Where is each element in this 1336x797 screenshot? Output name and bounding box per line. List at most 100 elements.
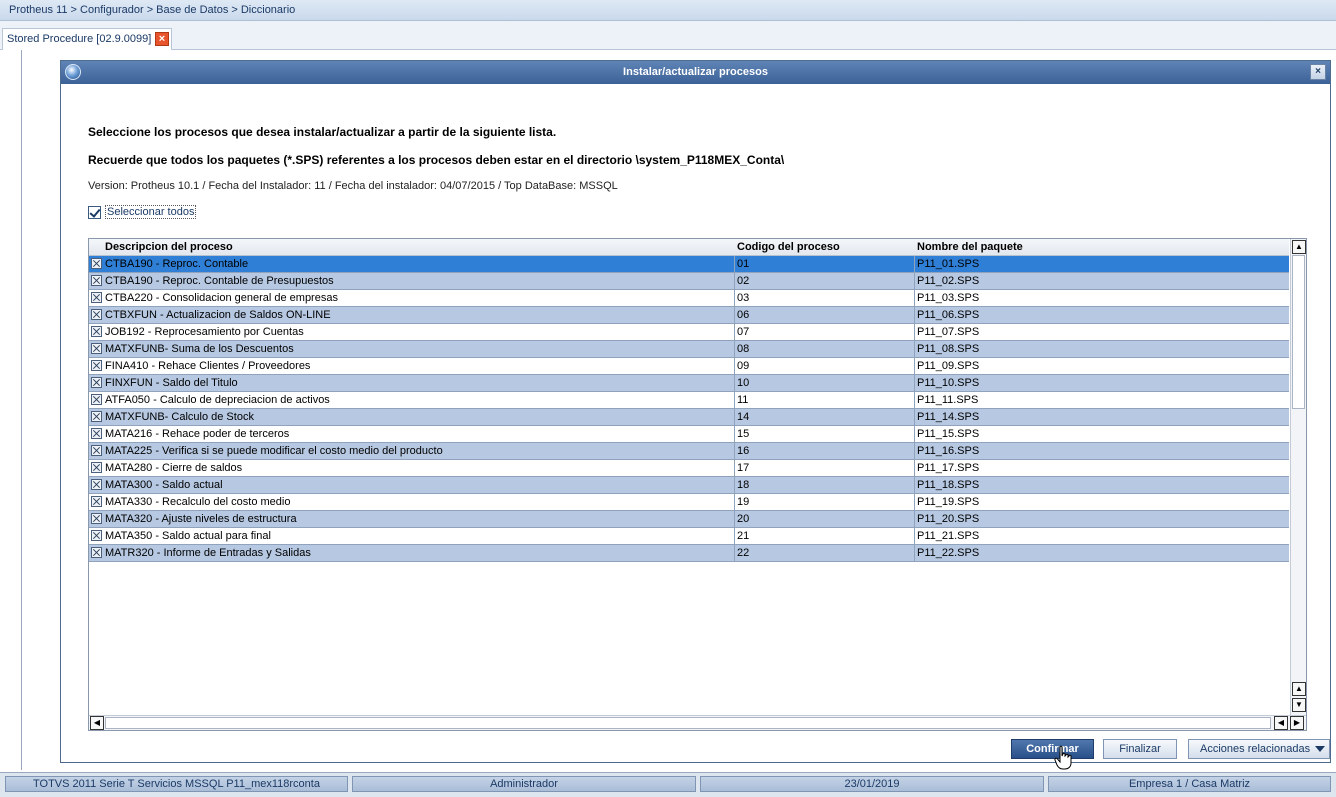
breadcrumb-text: Protheus 11 > Configurador > Base de Dat…	[9, 4, 296, 16]
cell-package: P11_22.SPS	[917, 547, 980, 559]
cell-description: MATA350 - Saldo actual para final	[105, 530, 271, 542]
checkmark-icon[interactable]	[88, 206, 101, 219]
cell-description: MATA330 - Recalculo del costo medio	[105, 496, 291, 508]
row-checkbox-icon[interactable]	[91, 411, 102, 422]
row-checkbox-icon[interactable]	[91, 326, 102, 337]
table-row[interactable]: CTBA220 - Consolidacion general de empre…	[89, 290, 1289, 307]
row-checkbox-icon[interactable]	[91, 547, 102, 558]
table-row[interactable]: MATA320 - Ajuste niveles de estructura 20…	[89, 511, 1289, 528]
row-checkbox-icon[interactable]	[91, 428, 102, 439]
cell-package: P11_08.SPS	[917, 343, 980, 355]
cell-description: CTBA190 - Reproc. Contable	[105, 258, 249, 270]
table-row[interactable]: CTBA190 - Reproc. Contable 01 P11_01.SPS	[89, 256, 1289, 273]
cell-description: CTBA220 - Consolidacion general de empre…	[105, 292, 338, 304]
table-row[interactable]: FINA410 - Rehace Clientes / Proveedores 0…	[89, 358, 1289, 375]
tab-strip: Stored Procedure [02.9.0099] ×	[0, 21, 1336, 50]
breadcrumb: Protheus 11 > Configurador > Base de Dat…	[0, 0, 1336, 21]
column-header-package[interactable]: Nombre del paquete	[917, 241, 1023, 253]
cell-code: 11	[737, 394, 749, 406]
table-row[interactable]: MATA225 - Verifica si se puede modificar…	[89, 443, 1289, 460]
cell-package: P11_17.SPS	[917, 462, 980, 474]
instruction-directory: Recuerde que todos los paquetes (*.SPS) …	[88, 153, 785, 167]
scroll-up-icon[interactable]: ▲	[1292, 682, 1306, 696]
row-checkbox-icon[interactable]	[91, 343, 102, 354]
column-header-code[interactable]: Codigo del proceso	[737, 241, 840, 253]
scroll-left-icon[interactable]: ◀	[1274, 716, 1288, 730]
column-header-description[interactable]: Descripcion del proceso	[105, 241, 233, 253]
tab-label: Stored Procedure [02.9.0099]	[7, 33, 152, 45]
row-checkbox-icon[interactable]	[91, 377, 102, 388]
column-divider	[914, 358, 915, 374]
cell-description: CTBXFUN - Actualizacion de Saldos ON-LIN…	[105, 309, 331, 321]
column-divider	[734, 273, 735, 289]
column-divider	[734, 375, 735, 391]
table-row[interactable]: CTBXFUN - Actualizacion de Saldos ON-LIN…	[89, 307, 1289, 324]
row-checkbox-icon[interactable]	[91, 275, 102, 286]
row-checkbox-icon[interactable]	[91, 513, 102, 524]
table-row[interactable]: JOB192 - Reprocesamiento por Cuentas 07 P1…	[89, 324, 1289, 341]
row-checkbox-icon[interactable]	[91, 360, 102, 371]
cell-code: 07	[737, 326, 750, 338]
dialog-close-icon[interactable]: ×	[1310, 64, 1326, 80]
cell-code: 01	[737, 258, 750, 270]
row-checkbox-icon[interactable]	[91, 496, 102, 507]
cell-description: MATA320 - Ajuste niveles de estructura	[105, 513, 297, 525]
row-checkbox-icon[interactable]	[91, 258, 102, 269]
column-divider	[734, 358, 735, 374]
cell-code: 02	[737, 275, 750, 287]
table-row[interactable]: MATXFUNB- Calculo de Stock 14 P11_14.SPS	[89, 409, 1289, 426]
tab-close-icon[interactable]: ×	[155, 32, 169, 46]
column-divider	[734, 528, 735, 544]
table-row[interactable]: MATA330 - Recalculo del costo medio 19 P11…	[89, 494, 1289, 511]
row-checkbox-icon[interactable]	[91, 462, 102, 473]
tab-stored-procedure[interactable]: Stored Procedure [02.9.0099] ×	[2, 28, 172, 50]
column-divider	[734, 256, 735, 272]
related-actions-label: Acciones relacionadas	[1200, 743, 1311, 755]
status-system: TOTVS 2011 Serie T Servicios MSSQL P11_m…	[5, 776, 348, 792]
table-row[interactable]: ATFA050 - Calculo de depreciacion de act…	[89, 392, 1289, 409]
row-checkbox-icon[interactable]	[91, 292, 102, 303]
horizontal-scroll-thumb[interactable]	[105, 717, 1271, 729]
row-checkbox-icon[interactable]	[91, 394, 102, 405]
table-row[interactable]: MATA216 - Rehace poder de terceros 15 P11_…	[89, 426, 1289, 443]
column-divider	[914, 290, 915, 306]
table-row[interactable]: MATA350 - Saldo actual para final 21 P11_2…	[89, 528, 1289, 545]
column-divider	[734, 341, 735, 357]
scroll-left-icon[interactable]: ◀	[90, 716, 104, 730]
related-actions-button[interactable]: Acciones relacionadas	[1188, 739, 1330, 759]
process-table: Descripcion del proceso Codigo del proce…	[88, 238, 1307, 731]
cell-description: JOB192 - Reprocesamiento por Cuentas	[105, 326, 304, 338]
table-row[interactable]: MATXFUNB- Suma de los Descuentos 08 P11_08…	[89, 341, 1289, 358]
row-checkbox-icon[interactable]	[91, 445, 102, 456]
app-logo-icon	[65, 64, 81, 80]
cell-package: P11_09.SPS	[917, 360, 980, 372]
scroll-right-icon[interactable]: ▶	[1290, 716, 1304, 730]
status-date: 23/01/2019	[700, 776, 1044, 792]
row-checkbox-icon[interactable]	[91, 479, 102, 490]
table-row[interactable]: MATA300 - Saldo actual 18 P11_18.SPS	[89, 477, 1289, 494]
horizontal-scrollbar[interactable]: ◀ ◀ ▶	[89, 715, 1306, 730]
table-row[interactable]: MATA280 - Cierre de saldos 17 P11_17.SPS	[89, 460, 1289, 477]
cell-package: P11_16.SPS	[917, 445, 980, 457]
scroll-up-icon[interactable]: ▲	[1292, 240, 1306, 254]
table-row[interactable]: CTBA190 - Reproc. Contable de Presupuest…	[89, 273, 1289, 290]
version-info: Version: Protheus 10.1 / Fecha del Insta…	[88, 180, 618, 192]
cell-description: MATXFUNB- Suma de los Descuentos	[105, 343, 294, 355]
cell-code: 10	[737, 377, 750, 389]
vertical-scroll-thumb[interactable]	[1292, 255, 1305, 409]
cell-package: P11_07.SPS	[917, 326, 980, 338]
cell-description: MATR320 - Informe de Entradas y Salidas	[105, 547, 311, 559]
finish-button[interactable]: Finalizar	[1103, 739, 1177, 759]
column-divider	[734, 426, 735, 442]
table-row[interactable]: MATR320 - Informe de Entradas y Salidas 2…	[89, 545, 1289, 562]
scroll-down-icon[interactable]: ▼	[1292, 698, 1306, 712]
table-row[interactable]: FINXFUN - Saldo del Titulo 10 P11_10.SPS	[89, 375, 1289, 392]
row-checkbox-icon[interactable]	[91, 309, 102, 320]
column-divider	[914, 511, 915, 527]
row-checkbox-icon[interactable]	[91, 530, 102, 541]
column-divider	[734, 511, 735, 527]
cell-description: MATA300 - Saldo actual	[105, 479, 223, 491]
select-all-label[interactable]: Seleccionar todos	[105, 205, 197, 219]
column-divider	[734, 494, 735, 510]
vertical-scrollbar[interactable]: ▲ ▲ ▼	[1290, 239, 1306, 715]
